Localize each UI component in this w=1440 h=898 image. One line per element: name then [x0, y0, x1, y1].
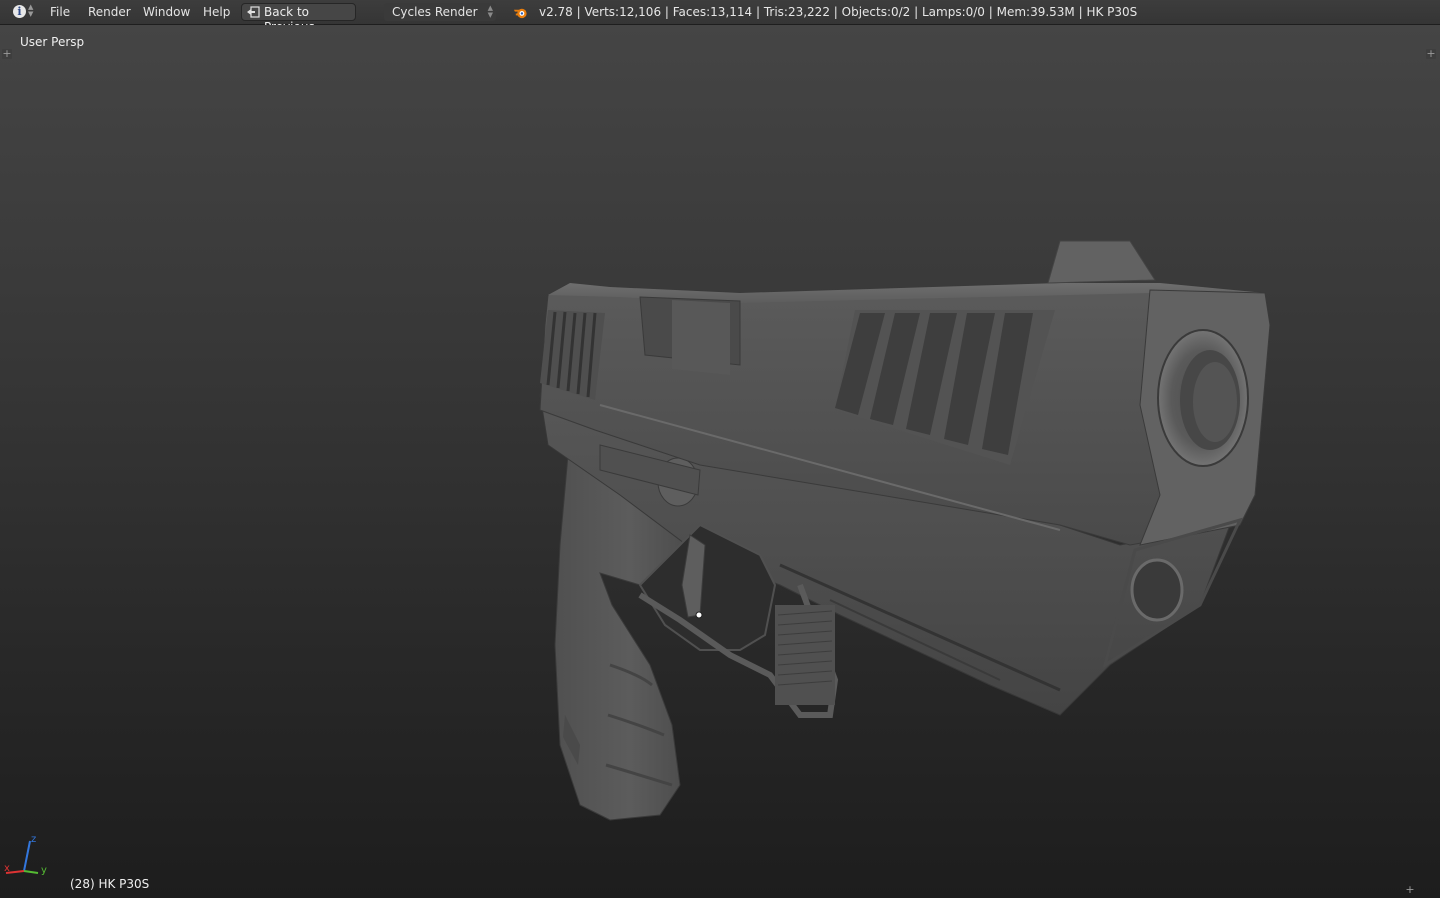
3d-viewport[interactable]: User Persp + + + z x y (28) HK P30S [0, 25, 1440, 898]
axis-x-label: x [4, 863, 10, 874]
axis-orientation-gizmo: z x y [4, 834, 47, 876]
info-icon: i [13, 5, 26, 18]
editor-type-selector[interactable]: i ▲ ▼ [9, 4, 37, 21]
pistol-model[interactable] [0, 25, 1440, 898]
blender-logo-icon [513, 8, 527, 19]
info-header: i ▲▼ File Render Window Help Back to Pre… [0, 0, 1440, 34]
render-engine-label: Cycles Render [392, 5, 478, 19]
trigger-guard-serrations [775, 605, 835, 705]
menu-render[interactable]: Render [88, 5, 131, 20]
3d-cursor[interactable] [695, 611, 703, 619]
axis-y-label: y [41, 865, 47, 876]
back-arrow-icon [247, 6, 260, 18]
menu-window[interactable]: Window [143, 5, 190, 20]
menu-file[interactable]: File [50, 5, 70, 20]
back-to-previous-button[interactable]: Back to Previous [241, 3, 356, 34]
up-down-arrows-icon: ▲ ▼ [28, 3, 34, 18]
scene-statistics: v2.78 | Verts:12,106 | Faces:13,114 | Tr… [539, 5, 1138, 19]
render-engine-dropdown[interactable]: Cycles Render ▲ ▼ [384, 3, 496, 21]
axis-z-label: z [31, 834, 36, 845]
menu-help[interactable]: Help [203, 5, 230, 20]
active-object-info: (28) HK P30S [70, 877, 150, 891]
up-down-arrows-icon: ▲ ▼ [487, 4, 493, 19]
